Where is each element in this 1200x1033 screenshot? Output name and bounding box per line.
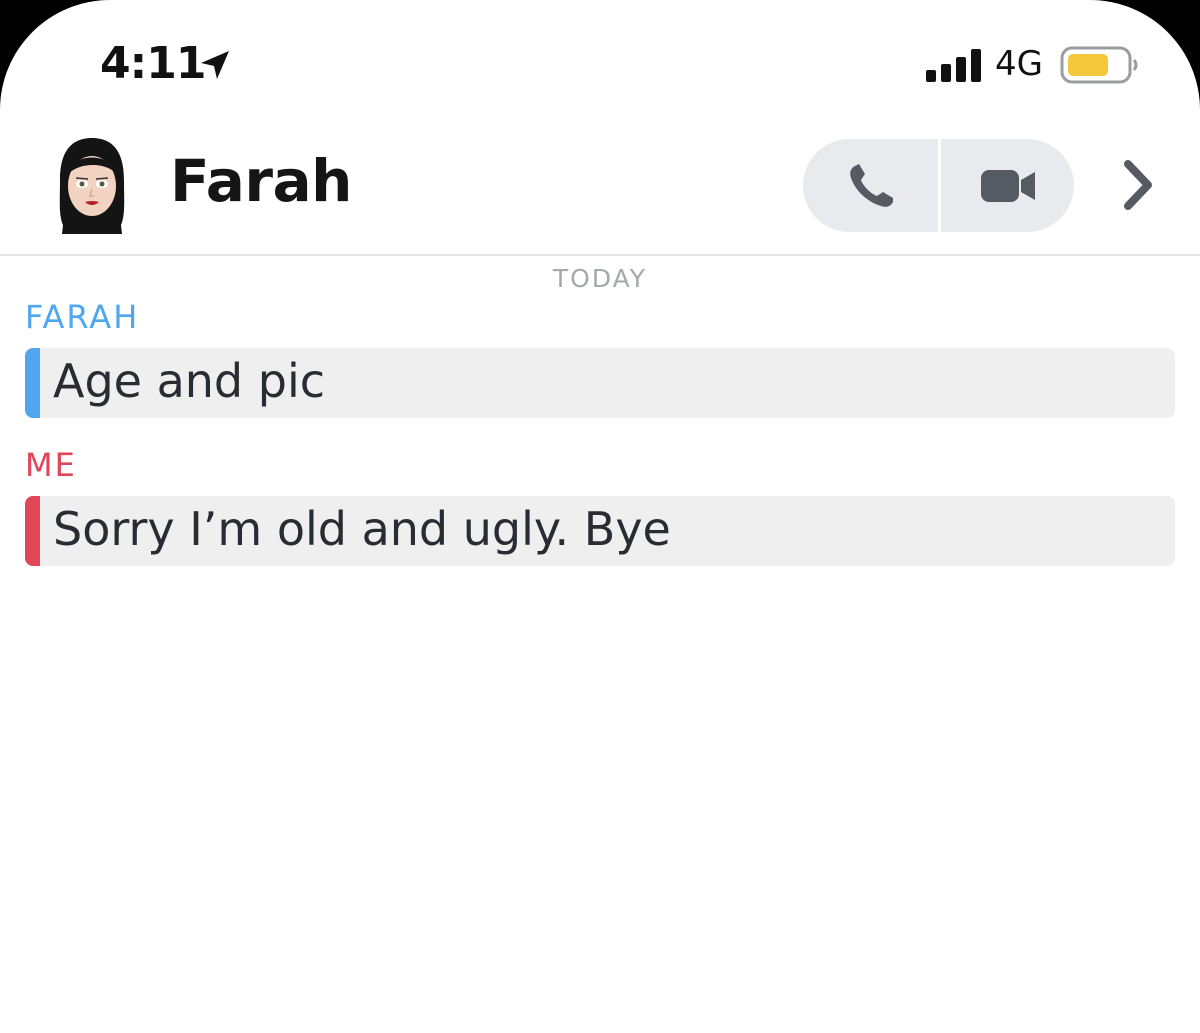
location-arrow-icon bbox=[201, 51, 229, 79]
message-text: Age and pic bbox=[53, 354, 326, 408]
status-time: 4:11 bbox=[100, 38, 206, 89]
battery-icon bbox=[1060, 46, 1138, 84]
signal-bars-icon bbox=[926, 49, 981, 82]
call-buttons bbox=[803, 139, 1074, 232]
network-type: 4G bbox=[995, 44, 1043, 84]
message-bubble[interactable]: Sorry I’m old and ugly. Bye bbox=[25, 496, 1175, 566]
sender-label: FARAH bbox=[25, 298, 140, 336]
chevron-right-icon[interactable] bbox=[1108, 156, 1166, 214]
header-divider bbox=[0, 254, 1200, 256]
video-call-button[interactable] bbox=[941, 139, 1074, 232]
video-camera-icon bbox=[980, 169, 1035, 202]
bitmoji-avatar[interactable] bbox=[52, 134, 132, 236]
message-bubble[interactable]: Age and pic bbox=[25, 348, 1175, 418]
sender-color-bar bbox=[25, 348, 40, 418]
sender-label: ME bbox=[25, 446, 77, 484]
chat-screen: 4:11 4G Farah TODAY FARAH Age and pic ME… bbox=[0, 0, 1200, 1033]
voice-call-button[interactable] bbox=[803, 139, 938, 232]
contact-name[interactable]: Farah bbox=[170, 147, 352, 215]
sender-color-bar bbox=[25, 496, 40, 566]
message-text: Sorry I’m old and ugly. Bye bbox=[53, 502, 671, 556]
phone-icon bbox=[849, 163, 893, 207]
day-label: TODAY bbox=[552, 264, 648, 293]
